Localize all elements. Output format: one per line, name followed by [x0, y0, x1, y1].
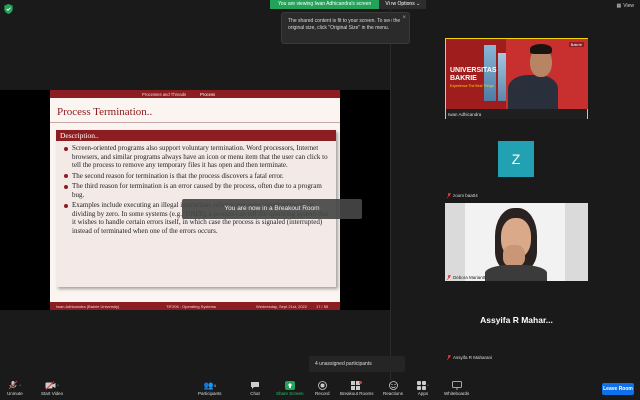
bullet-item: The third reason for termination is an e…	[64, 182, 330, 199]
viewing-banner: You are viewing Iwan Adhicandra's screen…	[270, 0, 427, 9]
footer-course: TIF206 : Operating Systems	[166, 303, 217, 309]
participant-name-label: zoom baa04	[447, 193, 478, 198]
participant-display-name: Assyifa R Mahar...	[480, 315, 553, 325]
whiteboard-icon	[451, 380, 462, 390]
chevron-up-icon[interactable]: ^	[19, 383, 21, 388]
whiteboards-label: Whiteboards	[444, 391, 470, 396]
view-options-button[interactable]: View Options ⌄	[379, 0, 427, 9]
participants-count: 4	[213, 382, 216, 388]
avatar: Z	[498, 141, 534, 177]
apps-icon	[417, 380, 427, 390]
participant-name-label: Assyifa R Maharani	[447, 355, 492, 360]
participant-name: Iwan Adhicandra	[448, 112, 482, 117]
footer-date: Wednesday, Sept 21st, 2022	[256, 303, 307, 309]
chevron-up-icon[interactable]: ^	[57, 383, 59, 388]
participant-name-label: Debora Mariantti	[447, 275, 486, 280]
apps-button[interactable]: ^ Apps	[416, 380, 430, 400]
bullet-item: Screen-oriented programs also support vo…	[64, 144, 330, 170]
bullet-list: Screen-oriented programs also support vo…	[56, 141, 336, 235]
view-label: View	[623, 3, 634, 9]
record-button[interactable]: Record	[315, 380, 330, 400]
unmute-label: Unmute	[7, 391, 23, 396]
reactions-label: Reactions	[383, 391, 404, 396]
slide-top-nav: Processes and Threads Process	[50, 90, 340, 98]
chevron-up-icon[interactable]: ^	[427, 383, 429, 388]
apps-label: Apps	[417, 391, 429, 396]
mic-off-icon	[447, 355, 451, 360]
person-hand	[503, 245, 525, 267]
participant-tile-iwan[interactable]: UNIVERSITAS BAKRIE Experience The Best T…	[445, 38, 588, 119]
breakout-room-notice: You are now in a Breakout Room	[182, 199, 362, 219]
shield-icon[interactable]	[4, 4, 13, 14]
person-body	[485, 265, 547, 281]
participant-name: Debora Mariantti	[453, 275, 487, 280]
chevron-down-icon: ⌄	[416, 1, 421, 7]
mic-off-icon	[9, 380, 18, 390]
person-body	[508, 75, 558, 109]
slide-nav-section: Processes and Threads	[142, 91, 187, 97]
participant-tile-debora[interactable]: Debora Mariantti	[445, 203, 588, 281]
share-screen-button[interactable]: Share Screen	[276, 380, 304, 400]
record-icon	[317, 380, 327, 390]
mic-off-icon	[447, 193, 451, 198]
breakout-rooms-icon	[351, 380, 363, 390]
unmute-button[interactable]: ^ Unmute	[7, 380, 23, 400]
chat-button[interactable]: Chat	[248, 380, 262, 400]
leave-room-button[interactable]: Leave Room	[602, 383, 634, 395]
reactions-icon	[388, 380, 398, 390]
building-graphic	[498, 53, 506, 101]
participant-name: zoom baa04	[453, 193, 478, 198]
share-screen-label: Share Screen	[276, 391, 304, 396]
meeting-toolbar: ^ Unmute ^ Start Video 👥 4 Participants C…	[0, 380, 640, 400]
breakout-rooms-label: Breakout Rooms	[340, 391, 374, 396]
people-icon: 👥	[203, 380, 214, 390]
tooltip-text: The shared content is fit to your screen…	[288, 18, 401, 31]
share-screen-icon	[284, 380, 295, 390]
participant-tile-assyifa[interactable]: Assyifa R Mahar... Assyifa R Maharani	[445, 285, 588, 361]
reactions-button[interactable]: Reactions	[383, 380, 403, 400]
bullet-item: The second reason for termination is tha…	[64, 172, 330, 181]
slide-footer: Iwan Adhicandra (Bakrie University) TIF2…	[50, 302, 340, 310]
breakout-rooms-button[interactable]: Breakout Rooms	[340, 380, 374, 400]
chat-label: Chat	[250, 391, 260, 396]
university-logo-text: UNIVERSITAS BAKRIE	[450, 67, 497, 83]
whiteboards-button[interactable]: Whiteboards	[444, 380, 469, 400]
logo-line: BAKRIE	[450, 75, 477, 82]
video-off-icon	[45, 380, 56, 390]
participant-tile-zoom-baa04[interactable]: Z zoom baa04	[445, 123, 588, 199]
mic-off-icon	[447, 275, 451, 280]
participants-button[interactable]: 👥 4 Participants	[198, 380, 222, 400]
description-heading: Description..	[56, 130, 336, 141]
viewing-text: You are viewing Iwan Adhicandra's screen	[270, 0, 380, 9]
bakrie-badge: Bakrie	[568, 42, 584, 47]
footer-author: Iwan Adhicandra (Bakrie University)	[56, 303, 120, 309]
view-button[interactable]: ▦ View	[617, 3, 634, 9]
chat-icon	[251, 381, 259, 389]
footer-page: 17 / 55	[316, 303, 329, 309]
participants-label: Participants	[198, 391, 222, 396]
participant-name-label: Iwan Adhicandra	[448, 112, 481, 117]
start-video-label: Start Video	[41, 391, 64, 396]
record-label: Record	[315, 391, 330, 396]
panel-divider[interactable]	[390, 0, 391, 380]
slide-divider	[50, 122, 340, 123]
start-video-button[interactable]: ^ Start Video	[41, 380, 63, 400]
slide-title: Process Termination..	[57, 106, 153, 118]
tagline: Experience The Best Things	[450, 84, 494, 88]
logo-line: UNIVERSITAS	[450, 67, 497, 74]
person-hair	[530, 44, 552, 54]
close-icon[interactable]: ×	[402, 15, 406, 22]
grid-icon: ▦	[616, 3, 622, 9]
slide-nav-subsection: Process	[200, 91, 216, 97]
unassigned-participants-popup[interactable]: 4 unassigned participants	[309, 356, 405, 372]
participant-name: Assyifa R Maharani	[453, 355, 493, 360]
